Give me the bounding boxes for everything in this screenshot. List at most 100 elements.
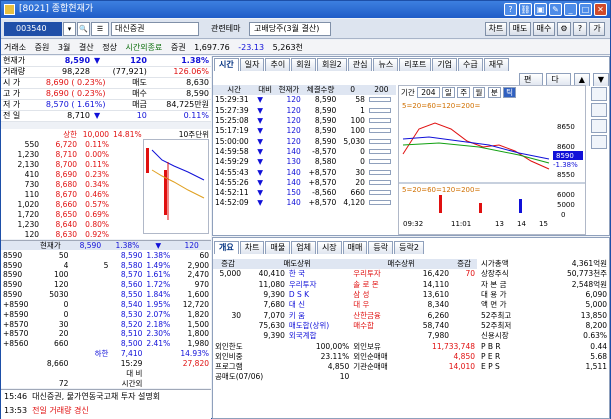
ask-price[interactable]: 8,670: [41, 189, 79, 199]
trader-cell: [213, 300, 243, 310]
bid-cell[interactable]: 8,580: [110, 260, 144, 270]
tab-2[interactable]: 추이: [265, 58, 291, 71]
ask-price[interactable]: 8,650: [41, 209, 79, 219]
bid-cell[interactable]: 8,590: [110, 250, 144, 260]
bid-row: 8590 100 8,570 1.61% 2,470: [1, 270, 211, 280]
tab-6[interactable]: 뉴스: [373, 58, 399, 71]
link-icon[interactable]: ⛓: [519, 3, 532, 16]
trader-cell: 6,260: [427, 310, 449, 320]
tick-bar: [367, 95, 396, 105]
bid-row: +8590 0 8,530 2.07% 1,820: [1, 309, 211, 319]
fin-label: E P S: [481, 362, 500, 372]
total-ask: 8,660: [46, 358, 69, 368]
tick-time: 15:17:19: [215, 126, 249, 136]
chart-tool-icon[interactable]: [591, 119, 607, 133]
tab-0[interactable]: 개요: [214, 241, 239, 254]
trader-cell: 9,390: [263, 290, 285, 300]
ask-price[interactable]: 8,640: [41, 219, 79, 229]
tick-change: 120: [286, 95, 301, 105]
stock-name-field[interactable]: 대신증권: [111, 22, 199, 36]
buy-button[interactable]: 매수: [533, 22, 555, 36]
settings-icon[interactable]: ⚙: [557, 22, 571, 36]
ask-price[interactable]: 8,690: [41, 169, 79, 179]
help-icon[interactable]: ?: [504, 3, 517, 16]
list-icon[interactable]: ☰: [91, 22, 109, 36]
dropdown-icon[interactable]: ▾: [63, 22, 76, 36]
bid-cell[interactable]: 8,550: [110, 290, 144, 300]
tab-10[interactable]: 재무: [483, 58, 509, 71]
diff-row: 대 비: [1, 368, 211, 378]
month-button[interactable]: 월: [472, 87, 486, 98]
x-tick: 09:32: [403, 220, 423, 228]
ask-price[interactable]: 8,710: [41, 149, 79, 159]
tab-5[interactable]: 관심: [347, 58, 373, 71]
tick-bar: [367, 157, 396, 167]
tab-7[interactable]: 리포트: [399, 58, 432, 71]
chart-button[interactable]: 차트: [485, 22, 507, 36]
bid-cell[interactable]: 8,560: [110, 280, 144, 290]
copy-icon[interactable]: ▣: [534, 3, 547, 16]
bid-cell[interactable]: 8,570: [110, 270, 144, 280]
bid-cell[interactable]: 8,510: [110, 329, 144, 339]
period-input[interactable]: 204: [417, 87, 440, 98]
memo-icon[interactable]: ✎: [549, 3, 562, 16]
tick-header: 시간 대비 현재가 체결수량 0 200: [213, 85, 396, 96]
tab-7[interactable]: 등락2: [394, 241, 424, 254]
tab-3[interactable]: 업체: [291, 241, 316, 254]
financial-table: 시가총액 4,361억원 상장주식 50,773천주 자 본 금 2,548억원 대 용 가…: [479, 259, 609, 372]
zoom-icon[interactable]: [591, 135, 607, 149]
tick-bar-box: [368, 138, 391, 144]
close-icon[interactable]: ✕: [594, 3, 607, 16]
misc-label: 외인한도: [215, 341, 243, 351]
day-button[interactable]: 일: [441, 87, 455, 98]
tick-row: 15:00:00 ▼ 120 8,590 5,030: [213, 136, 396, 146]
ask-pct: 0.57%: [85, 199, 109, 209]
bid-cell[interactable]: 8,540: [110, 299, 144, 309]
maximize-icon[interactable]: □: [579, 3, 592, 16]
tick-arrow: ▼: [257, 136, 263, 146]
tab-0[interactable]: 시간: [214, 58, 239, 71]
help-button[interactable]: ?: [573, 22, 587, 36]
tab-1[interactable]: 일자: [239, 58, 265, 71]
news-item[interactable]: 15:46 대신증권, 물가연동국고채 투자 설명회: [1, 390, 211, 404]
search-icon[interactable]: 🔍: [77, 22, 90, 36]
news-item[interactable]: 13:53 전일 거래량 경신: [1, 404, 211, 418]
tab-4[interactable]: 시장: [316, 241, 342, 254]
tab-1[interactable]: 차트: [239, 241, 265, 254]
chart-tool-icon[interactable]: [591, 103, 607, 117]
tick-qty: 0: [360, 146, 365, 156]
tab-3[interactable]: 회원: [291, 58, 316, 71]
minimize-icon[interactable]: _: [564, 3, 577, 16]
ask-price[interactable]: 8,680: [41, 179, 79, 189]
bid-cell[interactable]: 8,500: [110, 339, 144, 349]
ask-price[interactable]: 8,700: [41, 159, 79, 169]
tab-4[interactable]: 회원2: [316, 58, 347, 71]
tick-bar-box: [368, 107, 391, 113]
tab-9[interactable]: 수급: [458, 58, 483, 71]
ask-price[interactable]: 6,720: [41, 139, 79, 149]
tick-button[interactable]: 틱: [503, 87, 517, 98]
trader-cell: [213, 290, 243, 300]
font-button[interactable]: 가: [589, 22, 605, 36]
theme-select[interactable]: 고배당주(3월 결산): [249, 22, 331, 36]
fin-label: P E R: [481, 351, 501, 361]
tab-8[interactable]: 기업: [432, 58, 458, 71]
ask-price[interactable]: 8,660: [41, 199, 79, 209]
chart-tool-icon[interactable]: [591, 87, 607, 101]
tab-2[interactable]: 매물: [265, 241, 291, 254]
bid-ladder: 현재가 8,590 1.38% ▼ 120 8590 50 8,590 1.38% 60…: [1, 240, 211, 388]
ask-pct: 0.92%: [85, 229, 109, 239]
ask-price[interactable]: 8,630: [41, 229, 79, 239]
bid-cell: 8590: [3, 290, 23, 300]
bid-cell[interactable]: 8,520: [110, 319, 144, 329]
minute-button[interactable]: 분: [487, 87, 501, 98]
bid-cell[interactable]: 8,530: [110, 309, 144, 319]
sell-button[interactable]: 매도: [509, 22, 531, 36]
title-bar: [8021] 종합현재가 ? ⛓ ▣ ✎ _ □ ✕: [1, 1, 610, 18]
week-button[interactable]: 주: [457, 87, 471, 98]
volume-bar: [439, 195, 442, 213]
tab-6[interactable]: 등락: [368, 241, 394, 254]
stock-code-input[interactable]: 003540: [4, 22, 62, 36]
tick-change: 150: [286, 188, 301, 198]
tab-5[interactable]: 매매: [342, 241, 368, 254]
